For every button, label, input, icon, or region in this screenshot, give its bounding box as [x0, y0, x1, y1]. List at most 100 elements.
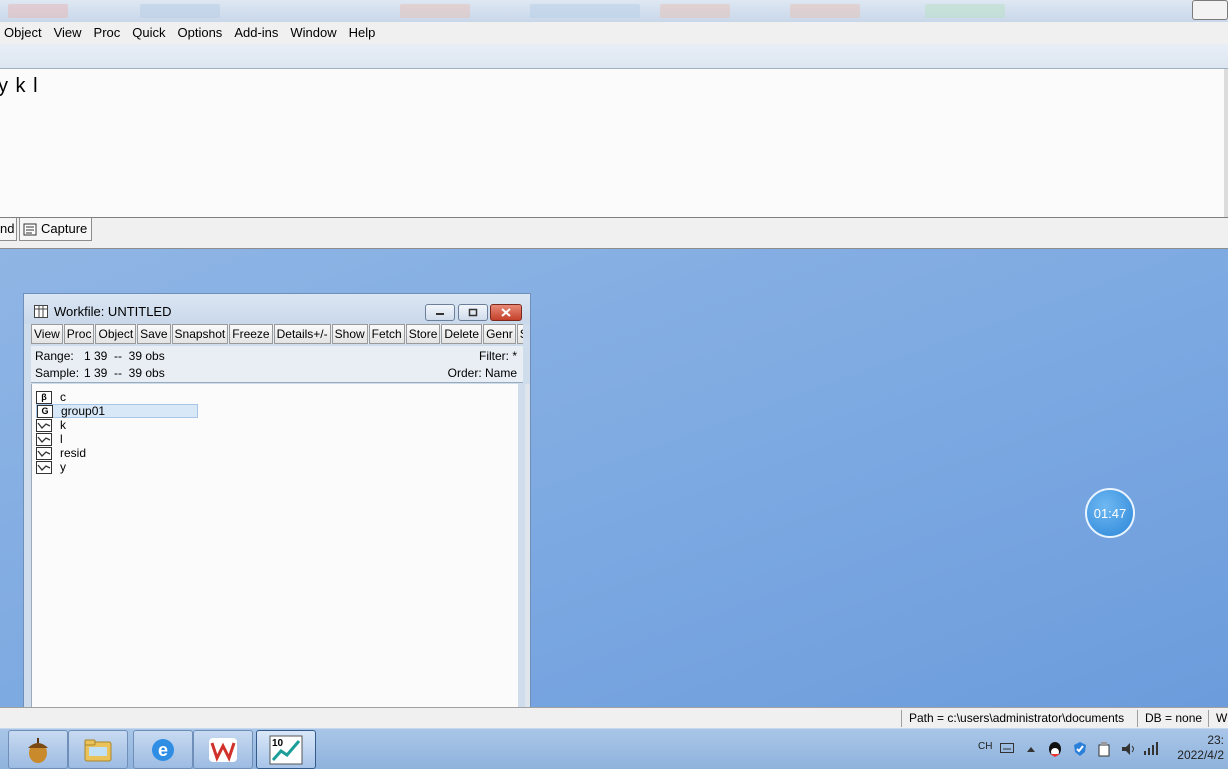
file-explorer-icon — [84, 739, 112, 761]
command-window[interactable]: y k l — [0, 69, 1228, 218]
taskbar-app-acorn[interactable] — [8, 730, 68, 769]
wf-genr-button[interactable]: Genr — [483, 324, 516, 344]
workfile-info: Range: 1 39 -- 39 obs Filter: * Sample: … — [31, 346, 523, 383]
close-icon — [501, 308, 511, 317]
restore-button[interactable] — [1192, 0, 1228, 20]
workfile-window: Workfile: UNTITLED View Proc Object Save… — [23, 293, 531, 708]
tab-command-label: nd — [0, 221, 15, 236]
wf-sample-button[interactable]: Sa — [516, 324, 523, 344]
list-item[interactable]: k — [36, 418, 66, 432]
workfile-scrollbar[interactable] — [525, 384, 530, 708]
menu-view[interactable]: View — [48, 23, 88, 43]
show-hidden-icons[interactable] — [1026, 745, 1036, 753]
command-scrollbar[interactable] — [1224, 69, 1228, 217]
series-icon — [36, 432, 52, 446]
workfile-title: Workfile: UNTITLED — [54, 304, 172, 319]
wf-show-button[interactable]: Show — [331, 324, 368, 344]
path-status: Path = c:\users\administrator\documents — [909, 711, 1125, 725]
wf-delete-button[interactable]: Delete — [441, 324, 483, 344]
capture-icon — [23, 223, 37, 235]
workfile-titlebar[interactable]: Workfile: UNTITLED — [24, 294, 530, 324]
series-icon — [36, 460, 52, 474]
wf-store-button[interactable]: Store — [405, 324, 441, 344]
taskbar-app-explorer[interactable] — [68, 730, 128, 769]
acorn-icon — [28, 737, 48, 763]
menu-window[interactable]: Window — [284, 23, 342, 43]
qq-icon[interactable] — [1047, 740, 1063, 758]
wf-status: W — [1216, 711, 1228, 725]
clock-date: 2022/4/2 — [1177, 748, 1224, 762]
recording-timer: 01:47 — [1085, 488, 1135, 538]
menu-object[interactable]: Object — [0, 23, 48, 43]
usb-device-icon[interactable] — [1097, 741, 1111, 757]
menu-help[interactable]: Help — [343, 23, 382, 43]
db-status: DB = none — [1145, 711, 1203, 725]
wf-object-button[interactable]: Object — [95, 324, 137, 344]
list-item-selected[interactable]: G group01 — [36, 404, 198, 418]
workfile-toolbar: View Proc Object Save Snapshot Freeze De… — [31, 324, 523, 344]
series-icon — [36, 418, 52, 432]
list-item[interactable]: resid — [36, 446, 86, 460]
network-signal-icon[interactable] — [1143, 741, 1161, 755]
svg-text:e: e — [158, 740, 168, 760]
windows-taskbar: e 10 CH 23: 2022/4/2 — [0, 728, 1228, 769]
tab-capture-label: Capture — [41, 221, 88, 236]
wf-view-button[interactable]: View — [31, 324, 63, 344]
taskbar-app-ie[interactable]: e — [133, 730, 193, 769]
sample-value[interactable]: 1 39 -- 39 obs — [84, 366, 165, 380]
wf-proc-button[interactable]: Proc — [63, 324, 95, 344]
toolbar-strip — [0, 44, 1228, 69]
command-tabs: nd Capture — [0, 218, 1228, 249]
range-value[interactable]: 1 39 -- 39 obs — [84, 349, 165, 363]
minimize-button[interactable] — [425, 304, 455, 321]
wf-details-button[interactable]: Details+/- — [273, 324, 331, 344]
eviews-version: 10 — [272, 738, 284, 749]
status-bar: Path = c:\users\administrator\documents … — [0, 707, 1228, 729]
object-name: k — [60, 418, 66, 432]
object-name: resid — [60, 446, 87, 460]
wf-snapshot-button[interactable]: Snapshot — [171, 324, 229, 344]
clock-time: 23: — [1207, 733, 1224, 747]
taskbar-app-wps[interactable] — [193, 730, 253, 769]
menu-add-ins[interactable]: Add-ins — [228, 23, 284, 43]
menubar: Object View Proc Quick Options Add-ins W… — [0, 22, 1228, 45]
maximize-button[interactable] — [458, 304, 488, 321]
wf-freeze-button[interactable]: Freeze — [229, 324, 273, 344]
wf-save-button[interactable]: Save — [137, 324, 171, 344]
wf-fetch-button[interactable]: Fetch — [368, 324, 405, 344]
keyboard-icon[interactable] — [1000, 743, 1014, 753]
coefficient-icon: β — [36, 390, 52, 404]
object-name: y — [60, 460, 66, 474]
list-item[interactable]: β c — [36, 390, 66, 404]
taskbar-app-eviews[interactable]: 10 — [256, 730, 316, 769]
security-shield-icon[interactable] — [1072, 741, 1088, 757]
tab-capture[interactable]: Capture — [19, 218, 92, 241]
maximize-icon — [468, 308, 478, 317]
object-name: group01 — [61, 404, 106, 418]
object-name: l — [60, 432, 63, 446]
menu-options[interactable]: Options — [172, 23, 229, 43]
close-button[interactable] — [490, 304, 522, 321]
ime-indicator[interactable]: CH — [978, 741, 992, 752]
list-item[interactable]: y — [36, 460, 66, 474]
eviews-icon: 10 — [269, 735, 303, 764]
system-clock[interactable]: 23: 2022/4/2 — [1177, 733, 1224, 763]
filter-label: Filter: * — [478, 349, 517, 363]
range-label: Range: — [35, 349, 74, 363]
volume-icon[interactable] — [1121, 742, 1137, 756]
wps-icon — [209, 737, 237, 762]
group-icon: G — [37, 404, 53, 418]
list-item[interactable]: l — [36, 432, 63, 446]
background-window-tabs — [0, 0, 1228, 22]
minimize-icon — [436, 312, 444, 315]
workfile-object-list: β c G group01 k l resid y — [31, 384, 518, 708]
object-name: c — [60, 390, 66, 404]
command-text: y k l — [0, 75, 39, 97]
sample-label: Sample: — [35, 366, 80, 380]
menu-quick[interactable]: Quick — [126, 23, 171, 43]
menu-proc[interactable]: Proc — [88, 23, 127, 43]
tab-command[interactable]: nd — [0, 218, 17, 241]
series-icon — [36, 446, 52, 460]
order-label: Order: Name — [447, 366, 517, 380]
workfile-icon — [34, 305, 48, 318]
